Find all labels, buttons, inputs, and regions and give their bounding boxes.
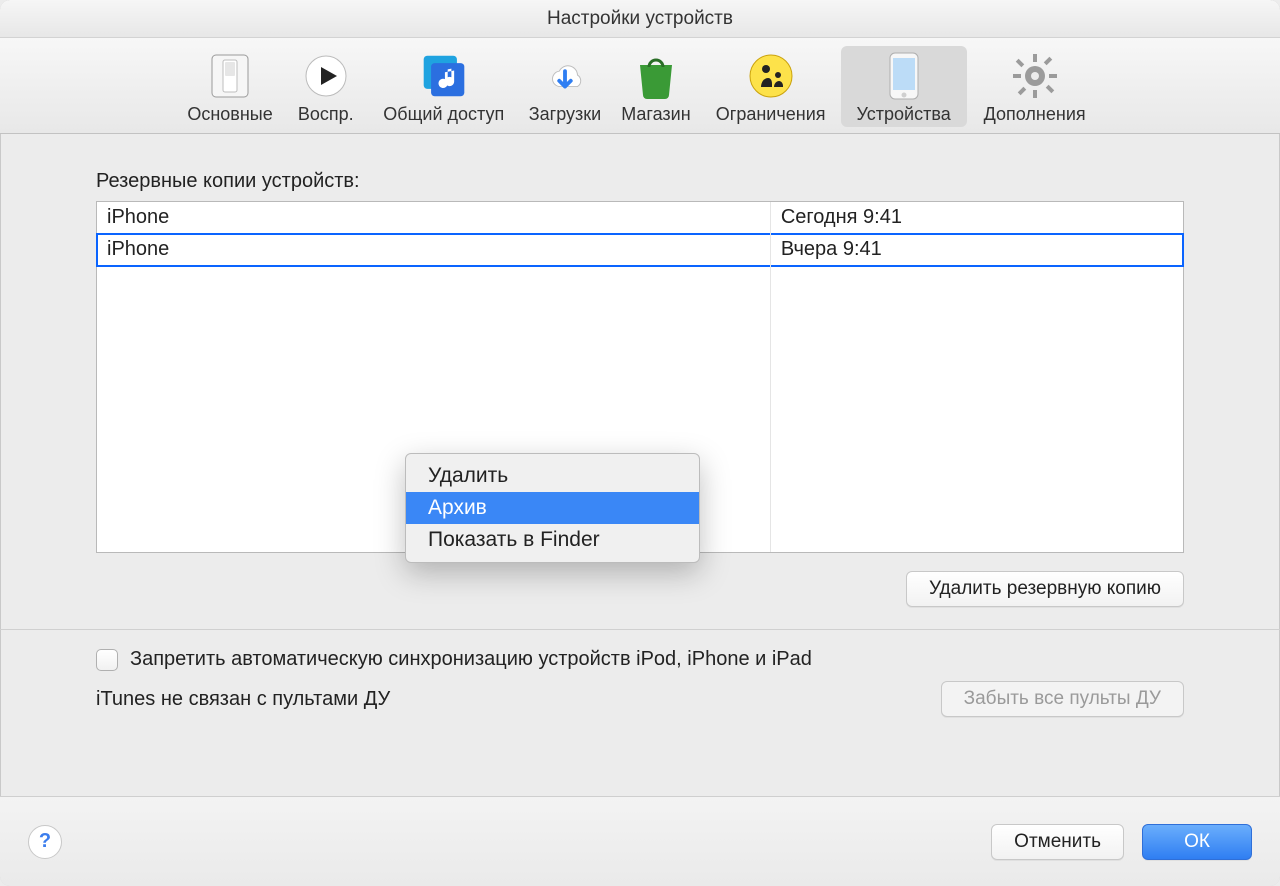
help-button[interactable]: ? bbox=[28, 825, 62, 859]
remote-status-text: iTunes не связан с пультами ДУ bbox=[96, 688, 390, 711]
menu-delete[interactable]: Удалить bbox=[406, 460, 699, 492]
delete-backup-button[interactable]: Удалить резервную копию bbox=[906, 571, 1184, 607]
preferences-window: Настройки устройств Основные Воспр. Общи… bbox=[0, 0, 1280, 886]
tab-advanced[interactable]: Дополнения bbox=[967, 46, 1103, 127]
menu-show-in-finder[interactable]: Показать в Finder bbox=[406, 524, 699, 556]
tab-label: Воспр. bbox=[298, 104, 354, 125]
cell-backup-date: Сегодня 9:41 bbox=[770, 202, 1183, 234]
tab-general[interactable]: Основные bbox=[177, 46, 282, 127]
tab-label: Общий доступ bbox=[383, 104, 504, 125]
tab-store[interactable]: Магазин bbox=[611, 46, 700, 127]
table-row[interactable]: iPhone Вчера 9:41 bbox=[97, 234, 1183, 266]
cancel-button[interactable]: Отменить bbox=[991, 824, 1124, 860]
tab-downloads[interactable]: Загрузки bbox=[519, 46, 611, 127]
content-area: Резервные копии устройств: iPhone Сегодн… bbox=[0, 134, 1280, 796]
tab-playback[interactable]: Воспр. bbox=[283, 46, 369, 127]
cell-backup-date: Вчера 9:41 bbox=[770, 234, 1183, 266]
music-stack-icon bbox=[420, 52, 468, 100]
preferences-toolbar: Основные Воспр. Общий доступ Загрузки bbox=[0, 38, 1280, 134]
tab-devices[interactable]: Устройства bbox=[841, 46, 967, 127]
window-title: Настройки устройств bbox=[0, 0, 1280, 38]
play-icon bbox=[302, 52, 350, 100]
forget-remotes-button: Забыть все пульты ДУ bbox=[941, 681, 1184, 717]
column-divider bbox=[770, 202, 771, 552]
tab-label: Магазин bbox=[621, 104, 690, 125]
backups-label: Резервные копии устройств: bbox=[96, 170, 1184, 193]
title-text: Настройки устройств bbox=[547, 8, 733, 30]
tab-sharing[interactable]: Общий доступ bbox=[369, 46, 519, 127]
prevent-sync-checkbox[interactable] bbox=[96, 649, 118, 671]
table-row[interactable]: iPhone Сегодня 9:41 bbox=[97, 202, 1183, 234]
tab-label: Ограничения bbox=[716, 104, 826, 125]
question-icon: ? bbox=[39, 830, 51, 853]
phone-icon bbox=[880, 52, 928, 100]
cell-device-name: iPhone bbox=[97, 234, 770, 266]
prevent-sync-label: Запретить автоматическую синхронизацию у… bbox=[130, 648, 812, 671]
ok-button[interactable]: ОК bbox=[1142, 824, 1252, 860]
gear-icon bbox=[1011, 52, 1059, 100]
tab-restrictions[interactable]: Ограничения bbox=[701, 46, 841, 127]
tab-label: Загрузки bbox=[529, 104, 601, 125]
context-menu: Удалить Архив Показать в Finder bbox=[405, 453, 700, 563]
tab-label: Дополнения bbox=[984, 104, 1086, 125]
menu-archive[interactable]: Архив bbox=[406, 492, 699, 524]
cloud-download-icon bbox=[541, 52, 589, 100]
switch-icon bbox=[206, 52, 254, 100]
tab-label: Основные bbox=[187, 104, 272, 125]
tab-label: Устройства bbox=[857, 104, 951, 125]
cell-device-name: iPhone bbox=[97, 202, 770, 234]
parental-icon bbox=[747, 52, 795, 100]
bag-icon bbox=[632, 52, 680, 100]
dialog-footer: ? Отменить ОК bbox=[0, 796, 1280, 886]
